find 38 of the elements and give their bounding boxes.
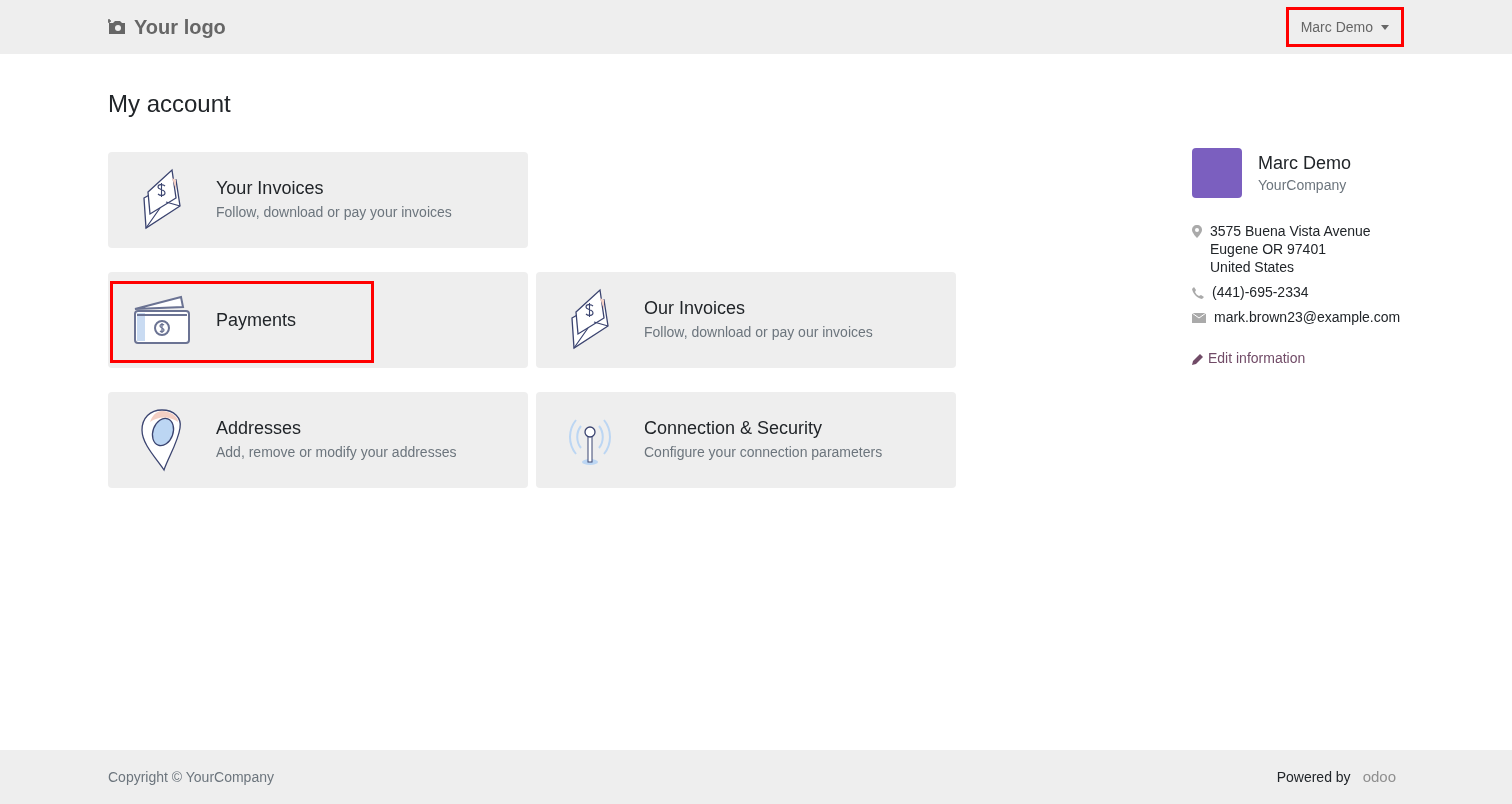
card-title: Addresses xyxy=(216,417,303,440)
account-card[interactable]: Your Invoices Follow, download or pay your invoices xyxy=(108,152,528,248)
account-card[interactable]: Addresses Add, remove or modify your addresses xyxy=(108,392,528,488)
profile-company: YourCompany xyxy=(1258,175,1348,195)
logo-text[interactable]: Your logo xyxy=(134,12,226,42)
edit-information-link[interactable]: Edit information xyxy=(1192,348,1404,369)
phone-number: (441)-695-2334 xyxy=(1212,283,1309,302)
card-title: Payments xyxy=(216,309,297,332)
envelope-icon xyxy=(1192,312,1206,323)
card-title: Your Invoices xyxy=(216,177,325,200)
card-title: Connection & Security xyxy=(644,417,824,440)
camera-icon xyxy=(108,19,126,35)
card-description: Configure your connection parameters xyxy=(644,443,883,462)
address-line: United States xyxy=(1210,258,1296,276)
phone-icon xyxy=(1192,286,1204,299)
card-description: Follow, download or pay your invoices xyxy=(216,203,452,222)
account-card[interactable]: Connection & Security Configure your connection parameters xyxy=(536,392,956,488)
address-line: 3575 Buena Vista Avenue xyxy=(1210,222,1371,240)
page-title: My account xyxy=(108,89,232,119)
cash-icon xyxy=(133,295,191,345)
user-menu-button[interactable]: Marc Demo xyxy=(1285,7,1404,47)
card-title: Our Invoices xyxy=(644,297,747,320)
avatar-placeholder xyxy=(1192,148,1242,198)
address-line: Eugene OR 97401 xyxy=(1210,240,1327,258)
map-pin-icon xyxy=(140,408,184,472)
card-description: Follow, download or pay our invoices xyxy=(644,323,873,342)
envelope-dollar-icon xyxy=(568,288,612,352)
profile-name: Marc Demo xyxy=(1258,151,1351,175)
pencil-icon xyxy=(1192,352,1204,365)
email-address: mark.brown23@example.com xyxy=(1214,308,1401,327)
card-description: Add, remove or modify your addresses xyxy=(216,443,457,462)
powered-by-text: Powered by xyxy=(1276,767,1351,787)
envelope-dollar-icon xyxy=(140,168,184,232)
caret-icon xyxy=(1381,24,1389,30)
map-marker-icon xyxy=(1192,225,1202,238)
account-card[interactable]: Our Invoices Follow, download or pay our invoices xyxy=(536,272,956,368)
copyright-text: Copyright © YourCompany xyxy=(108,767,274,787)
account-card[interactable]: Payments xyxy=(108,272,528,368)
